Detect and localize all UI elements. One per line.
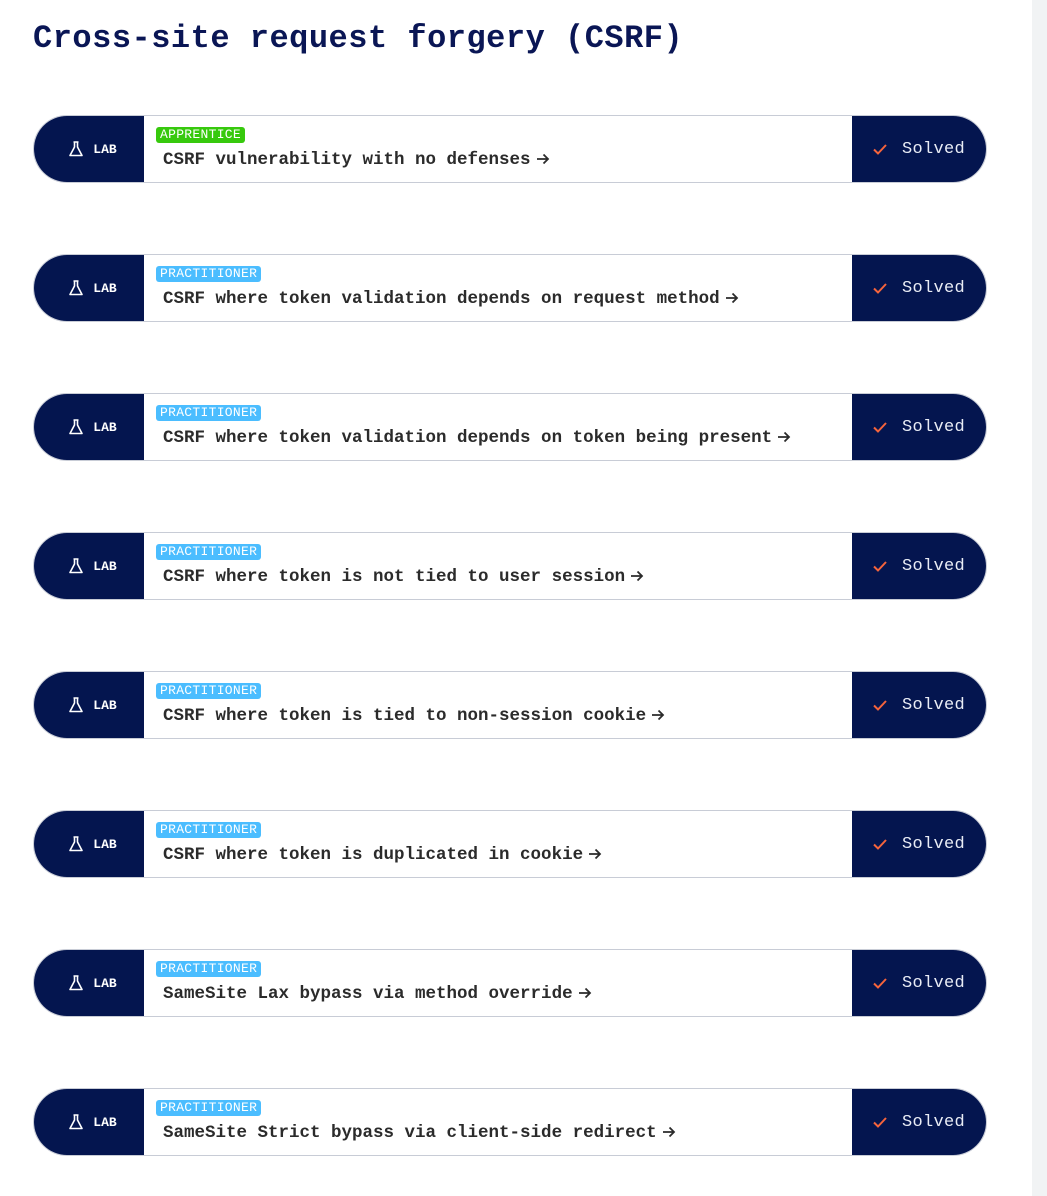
lab-title-link[interactable]: SameSite Strict bypass via client-side r…: [156, 1121, 832, 1145]
flask-icon: [69, 141, 84, 157]
level-badge: PRACTITIONER: [156, 405, 262, 421]
lab-tag: LAB: [34, 394, 144, 460]
lab-status: Solved: [852, 533, 986, 599]
lab-body: PRACTITIONER CSRF where token is tied to…: [144, 672, 852, 738]
lab-status: Solved: [852, 811, 986, 877]
arrow-right-icon: [631, 571, 644, 582]
check-icon: [873, 839, 887, 850]
lab-tag: LAB: [34, 116, 144, 182]
level-badge: APPRENTICE: [156, 127, 246, 143]
status-text: Solved: [902, 834, 966, 854]
status-text: Solved: [902, 695, 966, 715]
lab-tag: LAB: [34, 672, 144, 738]
lab-card: LAB APPRENTICE CSRF vulnerability with n…: [33, 115, 987, 183]
status-text: Solved: [902, 139, 966, 159]
lab-card: LAB PRACTITIONER CSRF where token valida…: [33, 393, 987, 461]
lab-tag-label: LAB: [93, 558, 117, 574]
check-icon: [873, 978, 887, 989]
arrow-right-icon: [725, 293, 738, 304]
lab-title-link[interactable]: SameSite Lax bypass via method override: [156, 982, 832, 1006]
level-badge: PRACTITIONER: [156, 266, 262, 282]
status-text: Solved: [902, 556, 966, 576]
lab-tag: LAB: [34, 255, 144, 321]
lab-title-link[interactable]: CSRF where token is not tied to user ses…: [156, 565, 832, 589]
flask-icon: [69, 836, 84, 852]
arrow-right-icon: [578, 988, 591, 999]
lab-card: LAB PRACTITIONER CSRF where token is dup…: [33, 810, 987, 878]
lab-card: LAB PRACTITIONER SameSite Lax bypass via…: [33, 949, 987, 1017]
lab-card: LAB PRACTITIONER CSRF where token is tie…: [33, 671, 987, 739]
status-text: Solved: [902, 278, 966, 298]
status-text: Solved: [902, 973, 966, 993]
lab-tag: LAB: [34, 533, 144, 599]
check-icon: [873, 561, 887, 572]
lab-tag: LAB: [34, 811, 144, 877]
lab-list: LAB APPRENTICE CSRF vulnerability with n…: [33, 115, 987, 1156]
lab-status: Solved: [852, 255, 986, 321]
lab-title-link[interactable]: CSRF where token validation depends on r…: [156, 287, 832, 311]
flask-icon: [69, 975, 84, 991]
lab-tag: LAB: [34, 950, 144, 1016]
arrow-right-icon: [536, 154, 549, 165]
flask-icon: [69, 558, 84, 574]
arrow-right-icon: [589, 849, 602, 860]
lab-title-link[interactable]: CSRF where token is tied to non-session …: [156, 704, 832, 728]
lab-title-link[interactable]: CSRF where token is duplicated in cookie: [156, 843, 832, 867]
arrow-right-icon: [778, 432, 791, 443]
lab-body: PRACTITIONER CSRF where token is not tie…: [144, 533, 852, 599]
level-badge: PRACTITIONER: [156, 822, 262, 838]
lab-card: LAB PRACTITIONER SameSite Strict bypass …: [33, 1088, 987, 1156]
flask-icon: [69, 697, 84, 713]
check-icon: [873, 144, 887, 155]
flask-icon: [69, 1114, 84, 1130]
lab-tag-label: LAB: [93, 419, 117, 435]
lab-status: Solved: [852, 672, 986, 738]
lab-body: PRACTITIONER CSRF where token validation…: [144, 255, 852, 321]
lab-body: PRACTITIONER SameSite Strict bypass via …: [144, 1089, 852, 1155]
lab-status: Solved: [852, 394, 986, 460]
lab-title-link[interactable]: CSRF vulnerability with no defenses: [156, 148, 832, 172]
status-text: Solved: [902, 417, 966, 437]
lab-body: PRACTITIONER CSRF where token validation…: [144, 394, 852, 460]
flask-icon: [69, 419, 84, 435]
lab-tag-label: LAB: [93, 141, 117, 157]
lab-tag-label: LAB: [93, 975, 117, 991]
level-badge: PRACTITIONER: [156, 544, 262, 560]
lab-title-link[interactable]: CSRF where token validation depends on t…: [156, 426, 832, 450]
lab-tag-label: LAB: [93, 836, 117, 852]
lab-tag-label: LAB: [93, 1114, 117, 1130]
check-icon: [873, 1117, 887, 1128]
lab-tag-label: LAB: [93, 280, 117, 296]
status-text: Solved: [902, 1112, 966, 1132]
check-icon: [873, 283, 887, 294]
lab-status: Solved: [852, 1089, 986, 1155]
check-icon: [873, 422, 887, 433]
lab-body: PRACTITIONER CSRF where token is duplica…: [144, 811, 852, 877]
lab-tag: LAB: [34, 1089, 144, 1155]
lab-status: Solved: [852, 950, 986, 1016]
flask-icon: [69, 280, 84, 296]
arrow-right-icon: [652, 710, 665, 721]
lab-card: LAB PRACTITIONER CSRF where token is not…: [33, 532, 987, 600]
lab-status: Solved: [852, 116, 986, 182]
page-title: Cross-site request forgery (CSRF): [33, 20, 684, 57]
arrow-right-icon: [662, 1127, 675, 1138]
scrollbar-track[interactable]: [1032, 0, 1047, 1196]
lab-tag-label: LAB: [93, 697, 117, 713]
lab-body: PRACTITIONER SameSite Lax bypass via met…: [144, 950, 852, 1016]
check-icon: [873, 700, 887, 711]
level-badge: PRACTITIONER: [156, 683, 262, 699]
level-badge: PRACTITIONER: [156, 1100, 262, 1116]
level-badge: PRACTITIONER: [156, 961, 262, 977]
lab-card: LAB PRACTITIONER CSRF where token valida…: [33, 254, 987, 322]
lab-body: APPRENTICE CSRF vulnerability with no de…: [144, 116, 852, 182]
